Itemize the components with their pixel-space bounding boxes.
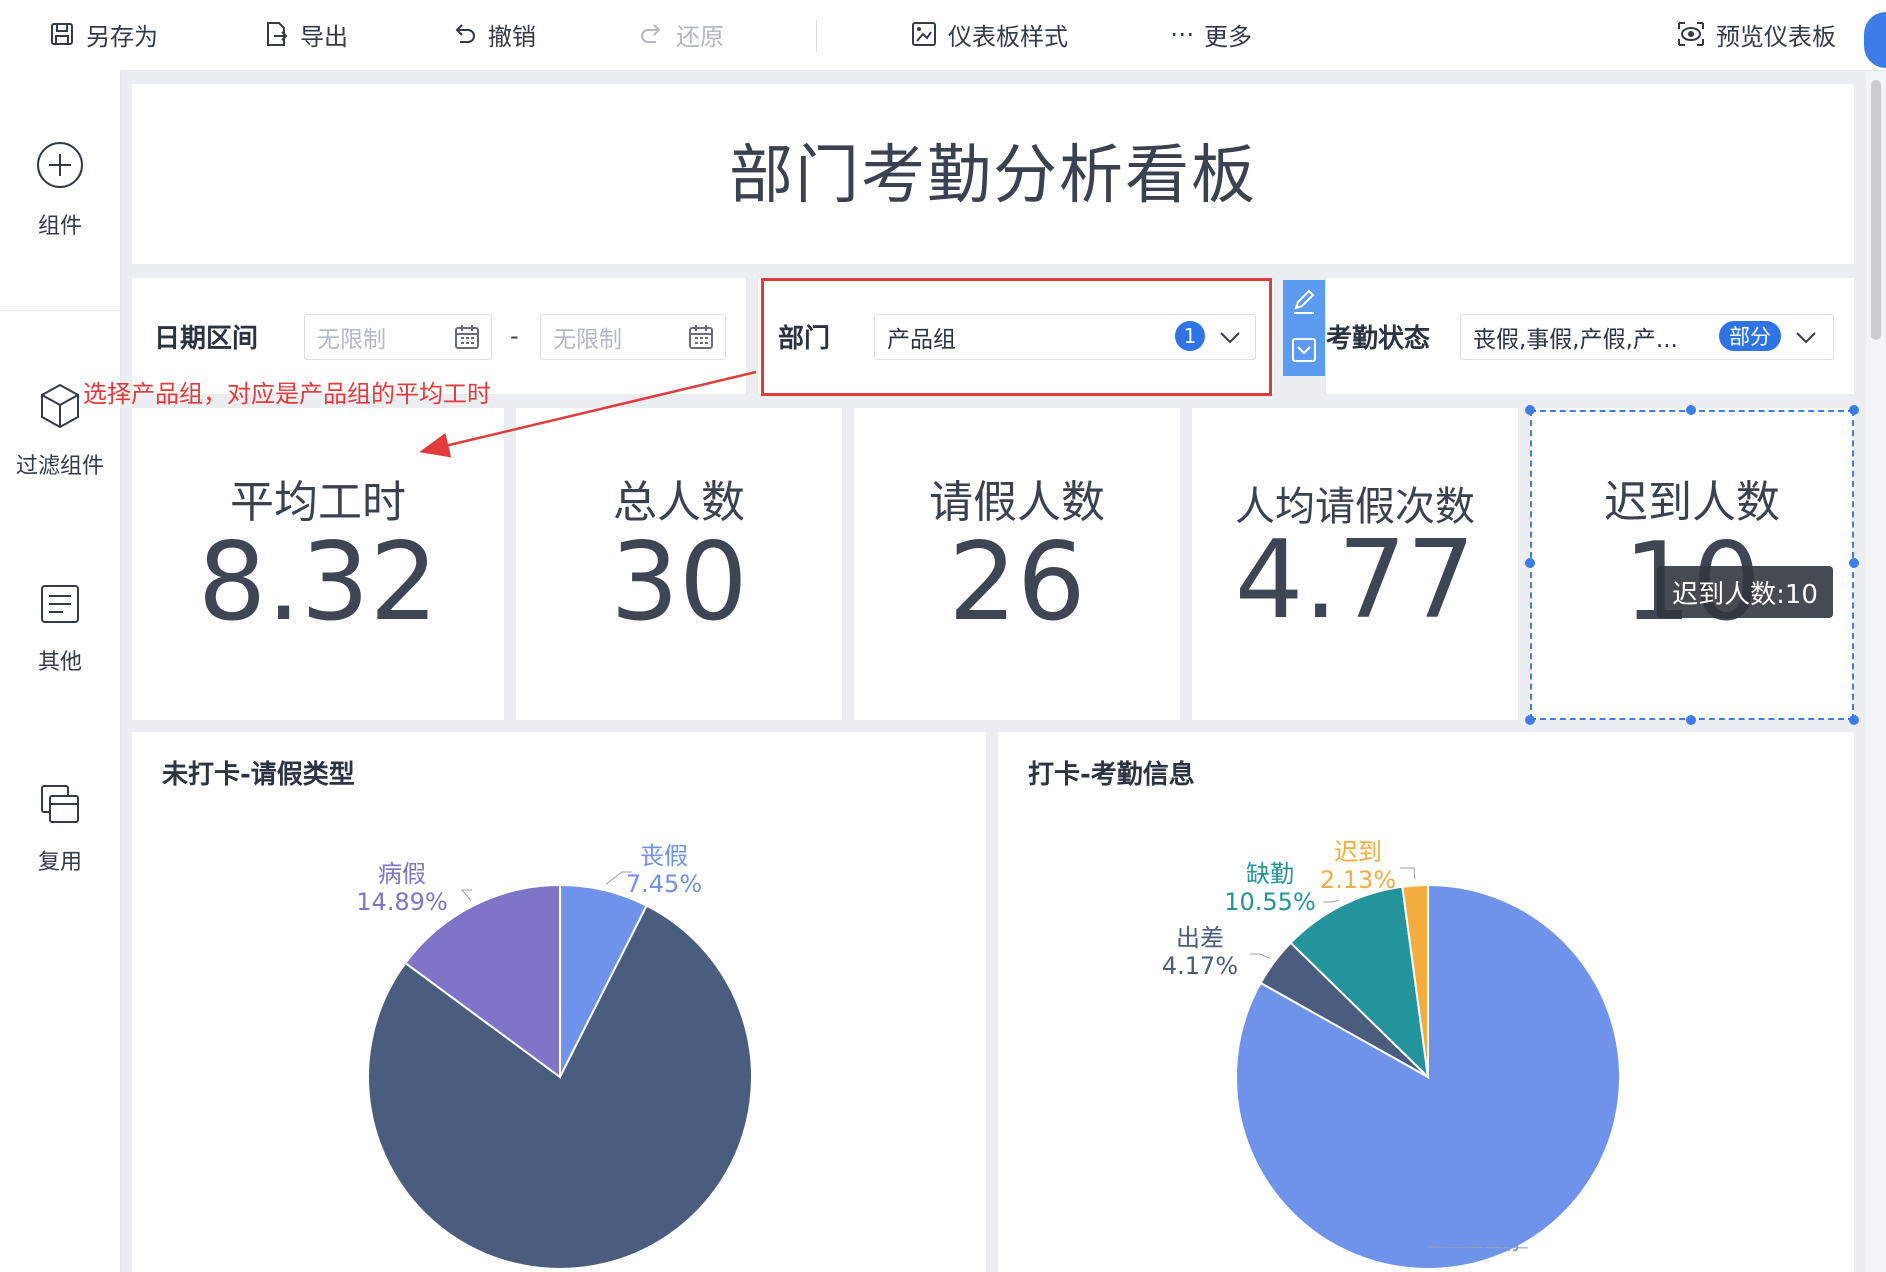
more-button[interactable]: ⋯ 更多: [1170, 14, 1252, 54]
scrollbar-thumb[interactable]: [1871, 80, 1881, 340]
document-icon: [41, 585, 79, 623]
undo-icon: [455, 24, 475, 43]
selection-frame: [1530, 410, 1854, 720]
slice-leader-line: [1323, 899, 1340, 903]
preview-label: 预览仪表板: [1716, 22, 1836, 51]
kpi-card-total-people[interactable]: 总人数 30: [516, 408, 842, 720]
plus-circle-icon: [37, 142, 83, 188]
kpi-card-avg-hours[interactable]: 平均工时 8.32: [132, 408, 504, 720]
sidebar-divider: [0, 310, 120, 311]
resize-handle[interactable]: [1849, 405, 1859, 415]
chart-card-attendance-info[interactable]: 打卡-考勤信息 全勤 出差 4.17% 缺勤 10.55% 迟到 2.13%: [998, 732, 1854, 1272]
slice-name-label: 出差: [1176, 924, 1224, 952]
save-icon: [51, 23, 73, 45]
export-label: 导出: [300, 22, 348, 51]
collapse-panel-tab[interactable]: [1864, 12, 1886, 68]
kpi-card-avg-leave-times[interactable]: 人均请假次数 4.77: [1192, 408, 1518, 720]
copy-icon: [41, 785, 79, 823]
sidebar-item-label: 其他: [37, 650, 82, 675]
palette-icon: [912, 22, 936, 46]
edit-pencil-icon[interactable]: [1291, 288, 1317, 316]
kpi-value: 4.77: [1234, 518, 1476, 643]
sidebar-item-label: 复用: [37, 850, 82, 875]
slice-percent-label: 4.17%: [1162, 952, 1238, 980]
resize-handle[interactable]: [1686, 715, 1696, 725]
sidebar-item-label: 过滤组件: [15, 454, 104, 479]
end-date-placeholder: 无限制: [553, 327, 622, 353]
redo-button[interactable]: 还原: [638, 14, 724, 54]
slice-name-label: 迟到: [1334, 838, 1382, 866]
export-button[interactable]: 导出: [262, 14, 348, 54]
dashboard-style-label: 仪表板样式: [948, 22, 1068, 51]
eye-icon: [1678, 22, 1704, 46]
slice-name-label: 病假: [378, 860, 426, 888]
page-title: 部门考勤分析看板: [729, 139, 1257, 213]
floating-edit-toolbar: [1283, 280, 1325, 376]
start-date-placeholder: 无限制: [317, 327, 386, 353]
undo-label: 撤销: [488, 22, 536, 51]
sidebar-item-components[interactable]: 组件: [0, 140, 120, 240]
status-value: 丧假,事假,产假,产...: [1473, 327, 1678, 353]
slice-name-label: 缺勤: [1246, 860, 1294, 888]
resize-handle[interactable]: [1849, 558, 1859, 568]
redo-icon: [641, 24, 661, 43]
date-range-label: 日期区间: [154, 324, 259, 354]
slice-name-label: 全勤: [1472, 1227, 1520, 1255]
dropdown-box-icon[interactable]: [1291, 336, 1317, 364]
pie-chart-leave-types: 丧假7.45% 病假14.89%: [356, 842, 753, 1270]
slice-leader-line: [460, 889, 472, 901]
left-sidebar: 组件 过滤组件 其他 复用: [0, 70, 121, 1272]
end-date-input[interactable]: 无限制: [540, 314, 726, 360]
sidebar-item-reuse[interactable]: 复用: [0, 782, 120, 876]
kpi-value: 8.32: [197, 520, 439, 645]
annotation-text: 选择产品组，对应是产品组的平均工时: [83, 380, 491, 408]
attendance-status-filter[interactable]: 考勤状态 丧假,事假,产假,产... 部分: [1326, 278, 1854, 394]
slice-leader-line: [1250, 953, 1270, 959]
preview-dashboard-button[interactable]: 预览仪表板: [1676, 14, 1836, 54]
slice-percent-label: 14.89%: [356, 888, 448, 916]
kpi-card-leave-people[interactable]: 请假人数 26: [854, 408, 1180, 720]
top-toolbar: 另存为 导出 撤销 还原 仪表板样式 ⋯ 更多 预览仪表板: [0, 0, 1886, 71]
chevron-down-icon: [1796, 332, 1816, 344]
more-label: 更多: [1204, 22, 1252, 51]
status-select[interactable]: 丧假,事假,产假,产... 部分: [1460, 314, 1834, 360]
undo-button[interactable]: 撤销: [450, 14, 536, 54]
more-dots-icon: ⋯: [1170, 20, 1194, 48]
calendar-icon: [689, 325, 713, 349]
date-range-separator: -: [510, 322, 519, 350]
resize-handle[interactable]: [1525, 558, 1535, 568]
kpi-tooltip: 迟到人数:10: [1657, 566, 1833, 618]
calendar-icon: [455, 325, 479, 349]
kpi-value: 26: [948, 520, 1086, 645]
resize-handle[interactable]: [1525, 405, 1535, 415]
slice-percent-label: 10.55%: [1224, 888, 1316, 916]
sidebar-item-label: 组件: [37, 214, 82, 239]
resize-handle[interactable]: [1686, 405, 1696, 415]
save-as-label: 另存为: [86, 22, 158, 51]
pie-chart-attendance-info: 全勤 出差4.17% 缺勤10.55% 迟到2.13%: [1162, 838, 1621, 1270]
resize-handle[interactable]: [1525, 715, 1535, 725]
save-as-button[interactable]: 另存为: [48, 14, 158, 54]
redo-label: 还原: [676, 22, 724, 51]
slice-name-label: 丧假: [640, 842, 688, 870]
start-date-input[interactable]: 无限制: [304, 314, 492, 360]
highlight-box: [761, 278, 1272, 396]
title-card[interactable]: 部门考勤分析看板: [132, 84, 1854, 264]
toolbar-divider: [816, 20, 817, 52]
slice-leader-line: [1400, 867, 1416, 880]
export-icon: [267, 22, 288, 46]
chart-card-leave-types[interactable]: 未打卡-请假类型 丧假 7.45% 病假 14.89%: [132, 732, 986, 1272]
dashboard-style-button[interactable]: 仪表板样式: [910, 14, 1068, 54]
partial-badge: 部分: [1719, 321, 1781, 351]
slice-percent-label: 2.13%: [1320, 866, 1396, 894]
cube-icon: [41, 383, 79, 429]
status-label: 考勤状态: [1326, 324, 1431, 354]
kpi-value: 30: [610, 520, 748, 645]
resize-handle[interactable]: [1849, 715, 1859, 725]
slice-percent-label: 7.45%: [626, 870, 702, 898]
sidebar-item-other[interactable]: 其他: [0, 582, 120, 676]
